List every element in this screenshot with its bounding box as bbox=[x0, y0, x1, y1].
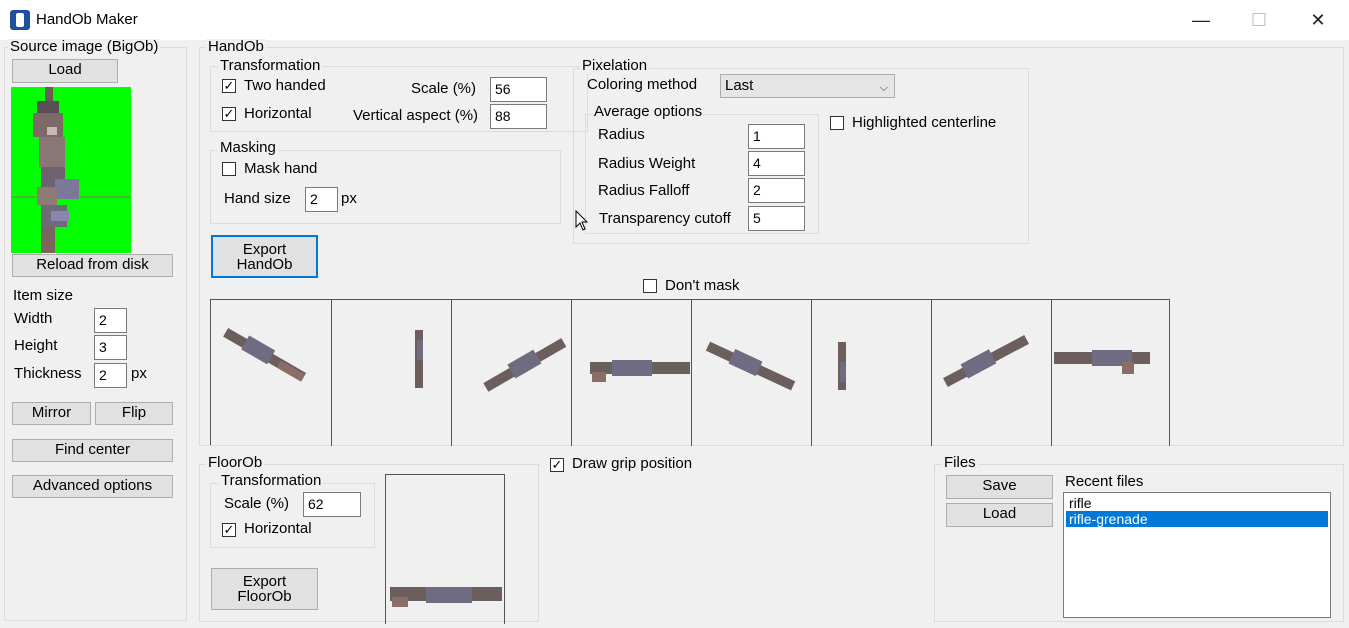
floorob-scale-label: Scale (%) bbox=[224, 495, 290, 512]
preview-frame bbox=[812, 300, 932, 446]
highlighted-centerline-checkbox[interactable] bbox=[830, 116, 844, 130]
advanced-options-button[interactable]: Advanced options bbox=[12, 475, 173, 498]
preview-frame bbox=[452, 300, 572, 446]
radius-weight-input[interactable]: 4 bbox=[748, 151, 805, 176]
height-input[interactable]: 3 bbox=[94, 335, 127, 360]
export-floorob-button[interactable]: Export FloorOb bbox=[211, 568, 318, 610]
height-label: Height bbox=[14, 337, 58, 354]
floorob-horizontal-label: Horizontal bbox=[244, 520, 312, 537]
flip-button[interactable]: Flip bbox=[95, 402, 173, 425]
dont-mask-checkbox[interactable] bbox=[643, 279, 657, 293]
hand-size-unit: px bbox=[341, 190, 357, 207]
coloring-method-label: Coloring method bbox=[587, 76, 698, 93]
handob-preview-strip bbox=[210, 299, 1170, 446]
preview-frame bbox=[932, 300, 1052, 446]
preview-frame bbox=[572, 300, 692, 446]
rifle-bigob-image bbox=[11, 87, 131, 253]
width-input[interactable]: 2 bbox=[94, 308, 127, 333]
two-handed-label: Two handed bbox=[244, 77, 326, 94]
handob-group-label: HandOb bbox=[206, 38, 266, 55]
export-handob-button[interactable]: Export HandOb bbox=[211, 235, 318, 278]
title-bar bbox=[0, 0, 1349, 40]
dont-mask-label: Don't mask bbox=[665, 277, 740, 294]
radius-falloff-label: Radius Falloff bbox=[598, 182, 690, 199]
horizontal-label: Horizontal bbox=[244, 105, 312, 122]
vertical-aspect-input[interactable]: 88 bbox=[490, 104, 547, 129]
thickness-unit: px bbox=[131, 365, 147, 382]
source-image-preview bbox=[11, 87, 131, 253]
mouse-cursor-icon bbox=[575, 210, 589, 231]
average-options-label: Average options bbox=[592, 103, 705, 120]
scale-input[interactable]: 56 bbox=[490, 77, 547, 102]
hand-size-input[interactable]: 2 bbox=[305, 187, 338, 212]
recent-files-label: Recent files bbox=[1065, 473, 1144, 490]
transformation-label: Transformation bbox=[218, 57, 323, 74]
files-group-label: Files bbox=[942, 454, 978, 471]
width-label: Width bbox=[14, 310, 53, 327]
thickness-label: Thickness bbox=[14, 365, 82, 382]
find-center-button[interactable]: Find center bbox=[12, 439, 173, 462]
radius-falloff-input[interactable]: 2 bbox=[748, 178, 805, 203]
mask-hand-checkbox[interactable] bbox=[222, 162, 236, 176]
recent-files-list[interactable]: rifle rifle-grenade bbox=[1063, 492, 1331, 618]
mirror-button[interactable]: Mirror bbox=[12, 402, 91, 425]
mask-hand-label: Mask hand bbox=[244, 160, 318, 177]
floorob-preview bbox=[385, 474, 505, 624]
preview-frame bbox=[211, 300, 332, 446]
floorob-scale-input[interactable]: 62 bbox=[303, 492, 361, 517]
close-button[interactable]: ✕ bbox=[1289, 0, 1347, 40]
coloring-method-select[interactable]: Last ⌵ bbox=[720, 74, 895, 98]
load-image-button[interactable]: Load bbox=[12, 59, 118, 83]
list-item[interactable]: rifle bbox=[1066, 495, 1328, 511]
masking-label: Masking bbox=[218, 139, 278, 156]
scale-label: Scale (%) bbox=[411, 80, 477, 97]
transparency-cutoff-input[interactable]: 5 bbox=[748, 206, 805, 231]
item-size-label: Item size bbox=[13, 287, 74, 304]
hand-size-label: Hand size bbox=[224, 190, 291, 207]
files-load-button[interactable]: Load bbox=[946, 503, 1053, 527]
preview-frame bbox=[332, 300, 452, 446]
draw-grip-checkbox[interactable]: ✓ bbox=[550, 458, 564, 472]
radius-weight-label: Radius Weight bbox=[598, 155, 696, 172]
window-title: HandOb Maker bbox=[36, 11, 138, 28]
preview-frame bbox=[1052, 300, 1170, 446]
floorob-group-label: FloorOb bbox=[206, 454, 265, 471]
preview-frame bbox=[692, 300, 812, 446]
radius-input[interactable]: 1 bbox=[748, 124, 805, 149]
transparency-cutoff-label: Transparency cutoff bbox=[599, 210, 731, 227]
floorob-horizontal-checkbox[interactable]: ✓ bbox=[222, 523, 236, 537]
thickness-input[interactable]: 2 bbox=[94, 363, 127, 388]
radius-label: Radius bbox=[598, 126, 645, 143]
chevron-down-icon: ⌵ bbox=[879, 82, 888, 94]
coloring-method-value: Last bbox=[725, 77, 754, 94]
app-icon bbox=[10, 10, 30, 30]
list-item[interactable]: rifle-grenade bbox=[1066, 511, 1328, 527]
horizontal-checkbox[interactable]: ✓ bbox=[222, 107, 236, 121]
minimize-button[interactable]: — bbox=[1172, 0, 1230, 40]
two-handed-checkbox[interactable]: ✓ bbox=[222, 79, 236, 93]
floorob-transformation-label: Transformation bbox=[219, 472, 324, 489]
pixelation-label: Pixelation bbox=[580, 57, 650, 74]
files-save-button[interactable]: Save bbox=[946, 475, 1053, 499]
reload-from-disk-button[interactable]: Reload from disk bbox=[12, 254, 173, 277]
draw-grip-label: Draw grip position bbox=[572, 455, 693, 472]
vertical-aspect-label: Vertical aspect (%) bbox=[353, 107, 479, 124]
maximize-button[interactable]: ☐ bbox=[1230, 0, 1288, 40]
source-group-label: Source image (BigOb) bbox=[8, 38, 161, 55]
highlighted-centerline-label: Highlighted centerline bbox=[852, 114, 997, 131]
